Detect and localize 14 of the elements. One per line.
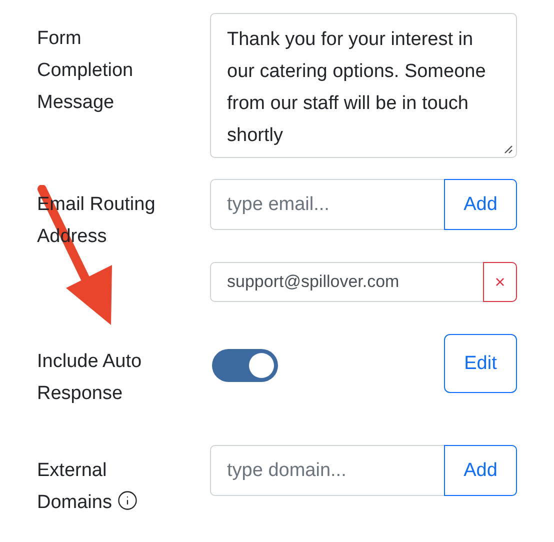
edit-button[interactable]: Edit (444, 334, 517, 393)
input-field[interactable]: type email... (210, 179, 444, 230)
message-textarea[interactable]: Thank you for your interest in our catering options. Someone from our staff will be in touch shortly (210, 13, 517, 158)
input-field[interactable]: type domain... (210, 445, 444, 496)
add-button[interactable]: Add (444, 445, 517, 496)
field-label: External Domains (37, 445, 170, 519)
toggle-switch[interactable] (212, 349, 278, 382)
field-label: Include Auto Response (37, 350, 143, 406)
field-label: Form Completion Message (37, 27, 134, 115)
add-button[interactable]: Add (444, 179, 517, 230)
resize-grip-icon[interactable] (503, 144, 513, 154)
email-entry-field[interactable]: support@spillover.com (210, 262, 483, 302)
remove-button[interactable]: × (483, 262, 517, 302)
info-icon[interactable] (116, 490, 138, 511)
